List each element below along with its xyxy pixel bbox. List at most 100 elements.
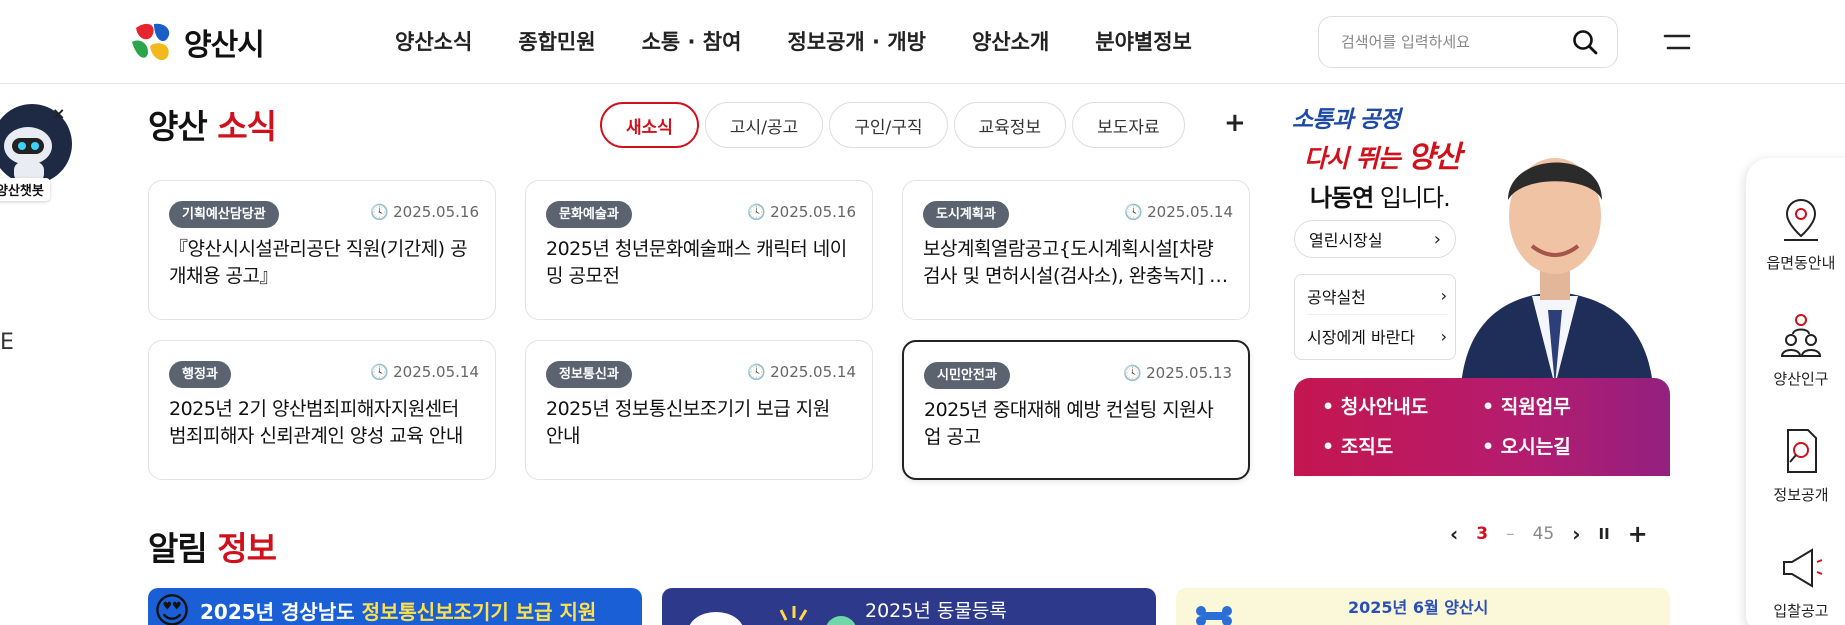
org-chart-link[interactable]: • 조직도 bbox=[1322, 432, 1482, 462]
site-logo[interactable]: 양산시 bbox=[128, 18, 265, 66]
page: 양산시 양산소식 종합민원 소통 · 참여 정보공개 · 개방 양산소개 분야별… bbox=[0, 0, 1845, 625]
quick-menu: 읍면동안내 양산인구 정보공개 입찰공고 bbox=[1746, 158, 1845, 625]
prev-arrow-icon[interactable]: ‹ bbox=[1450, 522, 1458, 546]
dept-badge: 도시계획과 bbox=[923, 201, 1009, 228]
chatbot-close-icon[interactable]: × bbox=[52, 104, 65, 123]
clock-icon: 🕓 bbox=[747, 363, 767, 381]
logo-text: 양산시 bbox=[184, 28, 265, 63]
chevron-right-icon: › bbox=[1440, 326, 1447, 346]
nav-field-info[interactable]: 분야별정보 bbox=[1095, 26, 1192, 56]
clock-icon: 🕓 bbox=[1124, 203, 1144, 221]
tab-press[interactable]: 보도자료 bbox=[1072, 102, 1185, 148]
total-pages: 45 bbox=[1532, 524, 1555, 544]
news-title: 2025년 중대재해 예방 컨설팅 지원사업 공고 bbox=[924, 399, 1214, 448]
tab-jobs[interactable]: 구인/구직 bbox=[829, 102, 948, 148]
nav-info-disclosure[interactable]: 정보공개 · 개방 bbox=[787, 26, 926, 56]
news-card[interactable]: 행정과 🕓 2025.05.14 2025년 2기 양산범죄피해자지원센터 범죄피… bbox=[148, 340, 496, 480]
news-date: 🕓 2025.05.14 bbox=[1124, 203, 1233, 221]
directions-link[interactable]: • 오시는길 bbox=[1482, 432, 1642, 462]
chevron-right-icon: › bbox=[1433, 228, 1441, 250]
nav-communication[interactable]: 소통 · 참여 bbox=[642, 26, 742, 56]
chevron-right-icon: › bbox=[1440, 286, 1447, 305]
heart-eyes-emoji-icon: 😍 bbox=[153, 591, 191, 625]
dept-badge: 기획예산담당관 bbox=[169, 201, 279, 228]
notice-banner[interactable]: 😍 2025년 경상남도 정보통신보조기기 보급 지원 bbox=[148, 588, 642, 625]
slogan-line1: 소통과 공정 bbox=[1292, 107, 1401, 133]
news-tabs: 새소식 고시/공고 구인/구직 교육정보 보도자료 bbox=[600, 102, 1185, 148]
mayor-links-box: 공약실천 › 시장에게 바란다 › bbox=[1294, 274, 1456, 360]
dept-badge: 정보통신과 bbox=[546, 361, 632, 388]
news-date: 🕓 2025.05.16 bbox=[747, 203, 856, 221]
left-edge-fragment: E bbox=[0, 330, 14, 355]
pledge-link[interactable]: 공약실천 › bbox=[1307, 277, 1447, 315]
news-title: 보상계획열람공고{도시계획시설[차량검사 및 면허시설(검사소), 완충녹지] … bbox=[923, 238, 1227, 287]
tab-new-news[interactable]: 새소식 bbox=[600, 102, 699, 148]
next-arrow-icon[interactable]: › bbox=[1572, 522, 1580, 546]
mayor-box: 소통과 공정 다시 뛰는 양산 나동연 입니다. 열린시장실 › 공약실천 › … bbox=[1290, 96, 1670, 476]
news-section-title: 양산 소식 bbox=[148, 100, 277, 148]
search-box bbox=[1318, 16, 1618, 68]
megaphone-icon bbox=[1783, 548, 1823, 588]
banner-text: 2025년 동물등록 bbox=[865, 600, 1007, 622]
notice-section-title: 알림 정보 bbox=[148, 522, 277, 570]
notice-title-black: 알림 bbox=[148, 529, 208, 568]
news-title: 『양산시시설관리공단 직원(기간제) 공개채용 공고』 bbox=[169, 238, 468, 287]
nav-yangsan-news[interactable]: 양산소식 bbox=[395, 26, 472, 56]
news-title-red: 소식 bbox=[217, 107, 277, 146]
news-title: 2025년 2기 양산범죄피해자지원센터 범죄피해자 신뢰관계인 양성 교육 안… bbox=[169, 398, 463, 447]
news-card[interactable]: 기획예산담당관 🕓 2025.05.16 『양산시시설관리공단 직원(기간제) 공… bbox=[148, 180, 496, 320]
news-date: 🕓 2025.05.14 bbox=[370, 363, 479, 381]
chatbot-widget[interactable]: × 양산챗봇 bbox=[0, 100, 76, 210]
animal-illustration-icon bbox=[689, 606, 856, 625]
news-title: 2025년 정보통신보조기기 보급 지원 안내 bbox=[546, 398, 830, 447]
news-card[interactable]: 문화예술과 🕓 2025.05.16 2025년 청년문화예술패스 캐릭터 네이밍… bbox=[525, 180, 873, 320]
clock-icon: 🕓 bbox=[1123, 364, 1143, 382]
tab-notice[interactable]: 고시/공고 bbox=[704, 102, 824, 148]
nav-yangsan-intro[interactable]: 양산소개 bbox=[972, 26, 1049, 56]
site-header: 양산시 양산소식 종합민원 소통 · 참여 정보공개 · 개방 양산소개 분야별… bbox=[0, 0, 1845, 84]
page-separator: – bbox=[1506, 524, 1515, 544]
clock-icon: 🕓 bbox=[370, 203, 390, 221]
quick-item-bidding[interactable]: 입찰공고 bbox=[1746, 542, 1845, 621]
clock-icon: 🕓 bbox=[370, 363, 390, 381]
mayor-quick-links: • 청사안내도 • 직원업무 • 조직도 • 오시는길 bbox=[1294, 378, 1670, 476]
tab-education[interactable]: 교육정보 bbox=[953, 102, 1067, 148]
clock-icon: 🕓 bbox=[747, 203, 767, 221]
yangsan-logo-icon bbox=[132, 23, 170, 61]
news-more-button[interactable]: + bbox=[1224, 108, 1246, 138]
quick-item-population[interactable]: 양산인구 bbox=[1746, 310, 1845, 389]
search-input[interactable] bbox=[1341, 33, 1561, 51]
notice-title-red: 정보 bbox=[217, 529, 277, 568]
news-card[interactable]: 시민안전과 🕓 2025.05.13 2025년 중대재해 예방 컨설팅 지원사업… bbox=[902, 340, 1250, 480]
news-card[interactable]: 정보통신과 🕓 2025.05.14 2025년 정보통신보조기기 보급 지원 안… bbox=[525, 340, 873, 480]
bone-icon bbox=[1196, 606, 1232, 625]
notice-banner[interactable]: 2025년 6월 양산시 bbox=[1176, 588, 1670, 625]
dept-badge: 행정과 bbox=[169, 361, 231, 388]
staff-duty-link[interactable]: • 직원업무 bbox=[1482, 392, 1642, 422]
location-pin-icon bbox=[1784, 198, 1818, 241]
news-title-black: 양산 bbox=[148, 107, 208, 146]
open-office-link[interactable]: 열린시장실 › bbox=[1294, 220, 1456, 258]
nav-civil-service[interactable]: 종합민원 bbox=[518, 26, 595, 56]
current-page: 3 bbox=[1476, 524, 1489, 544]
news-card[interactable]: 도시계획과 🕓 2025.05.14 보상계획열람공고{도시계획시설[차량검사 및… bbox=[902, 180, 1250, 320]
dept-badge: 문화예술과 bbox=[546, 201, 632, 228]
quick-item-district[interactable]: 읍면동안내 bbox=[1746, 194, 1845, 273]
notice-banner[interactable]: 2025년 동물등록 bbox=[662, 588, 1156, 625]
news-date: 🕓 2025.05.13 bbox=[1123, 364, 1232, 382]
ask-mayor-link[interactable]: 시장에게 바란다 › bbox=[1307, 317, 1447, 355]
news-date: 🕓 2025.05.16 bbox=[370, 203, 479, 221]
all-menu-icon[interactable] bbox=[1662, 30, 1692, 54]
news-date: 🕓 2025.05.14 bbox=[747, 363, 856, 381]
search-icon[interactable] bbox=[1571, 28, 1599, 56]
pause-icon[interactable]: II bbox=[1598, 525, 1609, 543]
document-search-icon bbox=[1787, 429, 1817, 473]
notice-more-button[interactable]: + bbox=[1628, 520, 1648, 548]
building-guide-link[interactable]: • 청사안내도 bbox=[1322, 392, 1482, 422]
quick-item-disclosure[interactable]: 정보공개 bbox=[1746, 426, 1845, 505]
news-title: 2025년 청년문화예술패스 캐릭터 네이밍 공모전 bbox=[546, 238, 847, 287]
mayor-photo bbox=[1460, 158, 1654, 406]
main-nav: 양산소식 종합민원 소통 · 참여 정보공개 · 개방 양산소개 분야별정보 bbox=[395, 26, 1192, 56]
dept-badge: 시민안전과 bbox=[924, 362, 1010, 389]
mayor-name: 나동연 입니다. bbox=[1310, 184, 1451, 212]
